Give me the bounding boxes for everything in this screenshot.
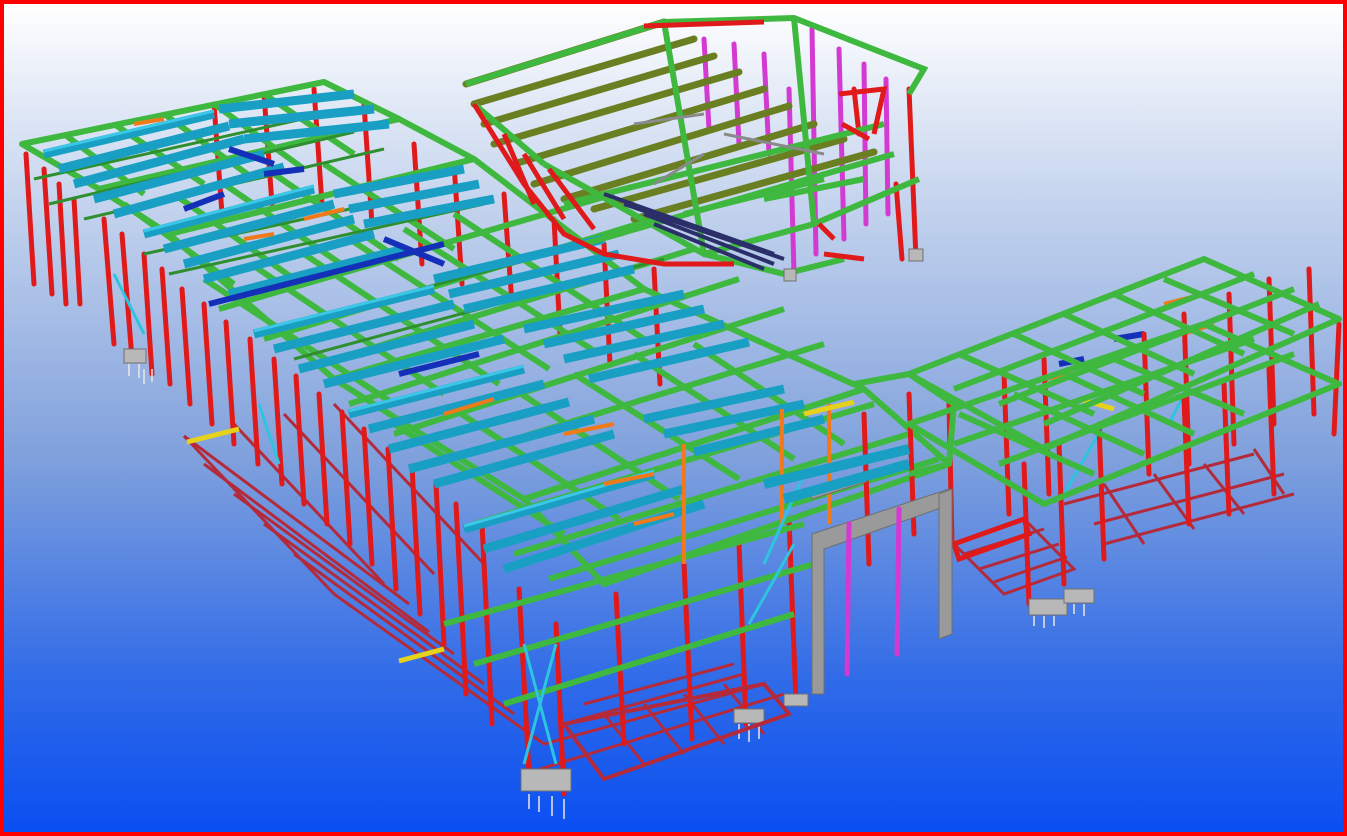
3d-model-viewport[interactable] (0, 0, 1347, 836)
foundation-beams-lower (560, 681, 793, 782)
steel-structure-model[interactable] (4, 4, 1343, 832)
